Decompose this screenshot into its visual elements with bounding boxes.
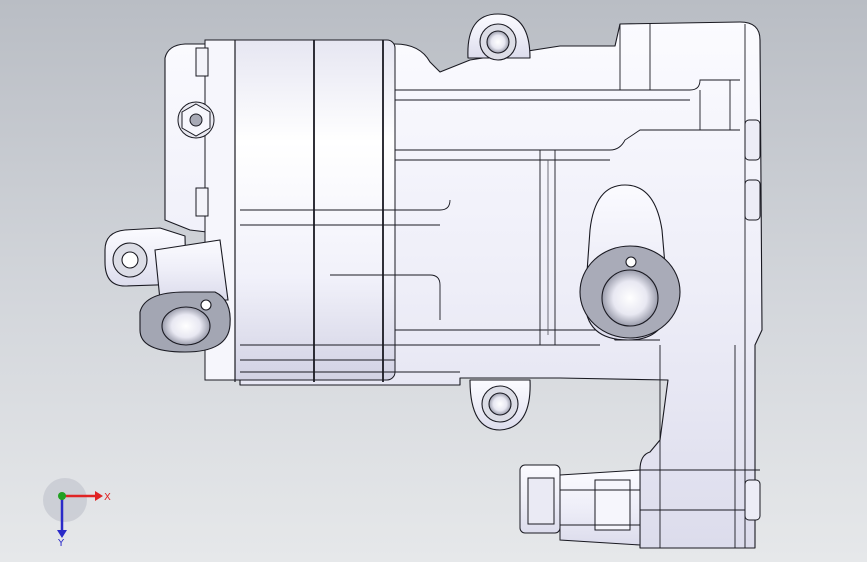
x-axis-arrow-icon	[95, 491, 103, 501]
x-axis-label: X	[104, 492, 111, 503]
suction-port	[161, 306, 211, 346]
endcap-rib-2	[744, 179, 761, 221]
head-bolt-mid	[195, 187, 209, 217]
lower-mount-hole	[488, 392, 512, 416]
triad-origin-shadow	[43, 478, 87, 522]
suction-boss	[154, 239, 229, 301]
head-bolt-top	[195, 47, 209, 77]
left-mount-hole	[121, 251, 139, 269]
connector-plug	[527, 477, 555, 525]
compressor-model[interactable]	[0, 0, 867, 562]
suction-bolt-hole	[200, 299, 212, 311]
connector-latch	[594, 479, 631, 531]
hex-bolt-center	[189, 113, 203, 127]
discharge-port	[601, 269, 659, 327]
y-axis-arrow-icon	[57, 530, 67, 538]
endcap-rib-3	[744, 479, 761, 521]
endcap-rib-1	[744, 119, 761, 161]
y-axis-label: Y	[57, 538, 65, 548]
axis-triad: X Y	[43, 478, 111, 548]
graphics-viewport[interactable]: X Y	[0, 0, 867, 562]
upper-mount-hole	[486, 30, 510, 54]
flange-bolt-hole	[625, 256, 637, 268]
z-axis-dot-icon	[58, 492, 66, 500]
